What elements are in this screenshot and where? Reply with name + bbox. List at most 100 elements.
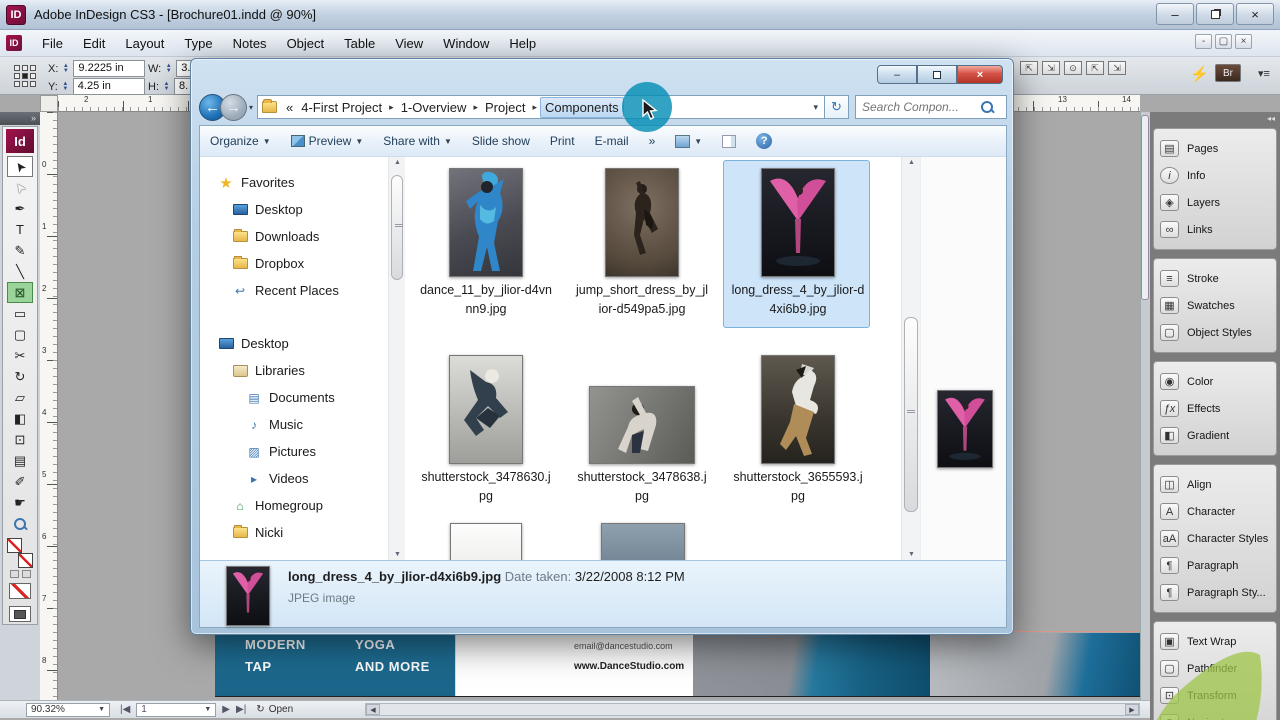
menu-notes[interactable]: Notes bbox=[223, 32, 277, 55]
change-view-button[interactable]: ▼ bbox=[665, 134, 712, 148]
y-spinner[interactable]: ▲ ▼ bbox=[61, 79, 70, 95]
menu-file[interactable]: File bbox=[32, 32, 73, 55]
zoom-tool[interactable] bbox=[7, 513, 33, 534]
explorer-minimize-button[interactable]: – bbox=[877, 65, 917, 84]
preview-button[interactable]: Preview ▼ bbox=[281, 134, 374, 148]
formatting-affects-buttons[interactable] bbox=[9, 570, 31, 578]
rectangle-tool[interactable]: ▭ bbox=[7, 303, 33, 324]
first-page-button[interactable]: |◀ bbox=[120, 704, 130, 715]
direct-selection-tool[interactable]: ➤ bbox=[7, 177, 33, 198]
scissors-tool[interactable]: ✂ bbox=[7, 345, 33, 366]
y-field[interactable]: 4.25 in bbox=[72, 78, 145, 95]
gradient-tool[interactable]: ◧ bbox=[7, 408, 33, 429]
doc-minimize-button[interactable]: - bbox=[1195, 34, 1212, 49]
stroke-swatch[interactable] bbox=[18, 553, 33, 568]
breadcrumb-segment[interactable]: 4-First Project bbox=[297, 98, 386, 117]
panel-button-gradient[interactable]: ◧ Gradient bbox=[1160, 422, 1276, 449]
scroll-up-arrow[interactable]: ▲ bbox=[389, 159, 406, 166]
close-button[interactable]: × bbox=[1236, 3, 1274, 25]
panel-button-links[interactable]: ∞ Links bbox=[1160, 216, 1276, 243]
panel-button-color[interactable]: ◉ Color bbox=[1160, 368, 1276, 395]
note-tool[interactable]: ▤ bbox=[7, 450, 33, 471]
more-commands-button[interactable]: » bbox=[639, 134, 666, 148]
fill-stroke-swatches[interactable] bbox=[7, 538, 33, 568]
scroll-left-arrow[interactable]: ◀ bbox=[366, 704, 380, 715]
panel-menu-icon[interactable]: ▾≡ bbox=[1258, 67, 1270, 80]
scroll-down-arrow[interactable]: ▼ bbox=[389, 551, 406, 558]
sidebar-item-music[interactable]: ♪ Music bbox=[200, 411, 388, 438]
thumbnail-image-partial[interactable] bbox=[450, 523, 522, 560]
eyedropper-tool[interactable]: ✐ bbox=[7, 471, 33, 492]
file-item[interactable]: shutterstock_3478630.jpg bbox=[411, 354, 561, 506]
sidebar-scrollbar-thumb[interactable] bbox=[391, 175, 403, 280]
panel-button-paragraph[interactable]: ¶ Paragraph bbox=[1160, 552, 1276, 579]
sidebar-item-desktop[interactable]: Desktop bbox=[200, 196, 388, 223]
button-tool[interactable]: ▢ bbox=[7, 324, 33, 345]
panel-button-stroke[interactable]: ≡ Stroke bbox=[1160, 265, 1276, 292]
menu-table[interactable]: Table bbox=[334, 32, 385, 55]
panel-button-object-styles[interactable]: ▢ Object Styles bbox=[1160, 319, 1276, 346]
view-mode-button[interactable] bbox=[9, 606, 31, 622]
hand-tool[interactable]: ☛ bbox=[7, 492, 33, 513]
menu-view[interactable]: View bbox=[385, 32, 433, 55]
scroll-up-arrow[interactable]: ▲ bbox=[902, 159, 921, 166]
doc-restore-button[interactable]: ▢ bbox=[1215, 34, 1232, 49]
organize-button[interactable]: Organize ▼ bbox=[200, 134, 281, 148]
doc-close-button[interactable]: × bbox=[1235, 34, 1252, 49]
panel-button-character[interactable]: A Character bbox=[1160, 498, 1276, 525]
sidebar-item-homegroup[interactable]: ⌂ Homegroup bbox=[200, 492, 388, 519]
panel-button-transform[interactable]: ⊡ Transform bbox=[1160, 682, 1276, 709]
slide-show-button[interactable]: Slide show bbox=[462, 134, 540, 148]
quick-apply-icon[interactable]: ⚡ bbox=[1190, 65, 1209, 83]
restore-button[interactable] bbox=[1196, 3, 1234, 25]
fit-content-button[interactable]: ⇱ bbox=[1020, 61, 1038, 75]
vertical-scrollbar-thumb[interactable] bbox=[1141, 115, 1149, 300]
sidebar-item-libraries[interactable]: Libraries bbox=[200, 357, 388, 384]
breadcrumb-segment[interactable]: Project bbox=[481, 98, 529, 117]
sidebar-item-pictures[interactable]: ▨ Pictures bbox=[200, 438, 388, 465]
share-with-button[interactable]: Share with ▼ bbox=[373, 134, 462, 148]
file-list-scrollbar[interactable]: ▲ ▼ bbox=[901, 157, 920, 560]
menu-window[interactable]: Window bbox=[433, 32, 499, 55]
h-spinner[interactable]: ▲ ▼ bbox=[162, 79, 171, 95]
panel-button-pathfinder[interactable]: ▢ Pathfinder bbox=[1160, 655, 1276, 682]
menu-help[interactable]: Help bbox=[499, 32, 546, 55]
menu-edit[interactable]: Edit bbox=[73, 32, 115, 55]
help-button[interactable]: ? bbox=[746, 133, 782, 149]
address-bar[interactable]: « 4-First Project ▸ 1-Overview ▸ Project… bbox=[257, 95, 825, 119]
page-number-combo[interactable]: 1 ▼ bbox=[136, 702, 217, 717]
panel-button-info[interactable]: i Info bbox=[1160, 162, 1276, 189]
dock-collapse-button[interactable]: ◂◂ bbox=[1150, 112, 1280, 125]
line-tool[interactable]: ╲ bbox=[7, 261, 33, 282]
x-field[interactable]: 9.2225 in bbox=[73, 60, 146, 77]
file-item[interactable]: jump_short_dress_by_jlior-d549pa5.jpg bbox=[567, 167, 717, 319]
fit-frame-button[interactable]: ⇲ bbox=[1042, 61, 1060, 75]
panel-button-pages[interactable]: ▤ Pages bbox=[1160, 135, 1276, 162]
sidebar-item-favorites[interactable]: ★ Favorites bbox=[200, 169, 388, 196]
x-spinner[interactable]: ▲ ▼ bbox=[61, 61, 70, 77]
sidebar-item-nicki[interactable]: Nicki bbox=[200, 519, 388, 546]
panel-button-effects[interactable]: ƒx Effects bbox=[1160, 395, 1276, 422]
reference-point-proxy[interactable] bbox=[14, 65, 36, 87]
print-button[interactable]: Print bbox=[540, 134, 585, 148]
explorer-close-button[interactable]: × bbox=[957, 65, 1003, 84]
free-transform-tool[interactable]: ⊡ bbox=[7, 429, 33, 450]
fill-swatch[interactable] bbox=[7, 538, 22, 553]
apply-none-button[interactable] bbox=[9, 583, 31, 599]
panel-button-character-styles[interactable]: aA Character Styles bbox=[1160, 525, 1276, 552]
preview-pane-button[interactable] bbox=[712, 134, 746, 148]
shear-tool[interactable]: ▱ bbox=[7, 387, 33, 408]
panel-button-swatches[interactable]: ▦ Swatches bbox=[1160, 292, 1276, 319]
breadcrumb-overflow[interactable]: « bbox=[282, 98, 297, 117]
panel-button-layers[interactable]: ◈ Layers bbox=[1160, 189, 1276, 216]
panel-button-paragraph-styles[interactable]: ¶ Paragraph Sty... bbox=[1160, 579, 1276, 606]
next-page-button[interactable]: ▶ bbox=[222, 704, 230, 715]
breadcrumb-segment[interactable]: 1-Overview bbox=[397, 98, 471, 117]
pencil-tool[interactable]: ✎ bbox=[7, 240, 33, 261]
file-item-selected[interactable]: long_dress_4_by_jlior-d4xi6b9.jpg bbox=[723, 167, 873, 319]
sidebar-item-documents[interactable]: ▤ Documents bbox=[200, 384, 388, 411]
rotate-tool[interactable]: ↻ bbox=[7, 366, 33, 387]
file-item[interactable]: shutterstock_3478638.jpg bbox=[567, 354, 717, 506]
zoom-level-combo[interactable]: 90.32% ▼ bbox=[26, 702, 110, 717]
recent-pages-dropdown[interactable]: ▾ bbox=[249, 103, 253, 112]
